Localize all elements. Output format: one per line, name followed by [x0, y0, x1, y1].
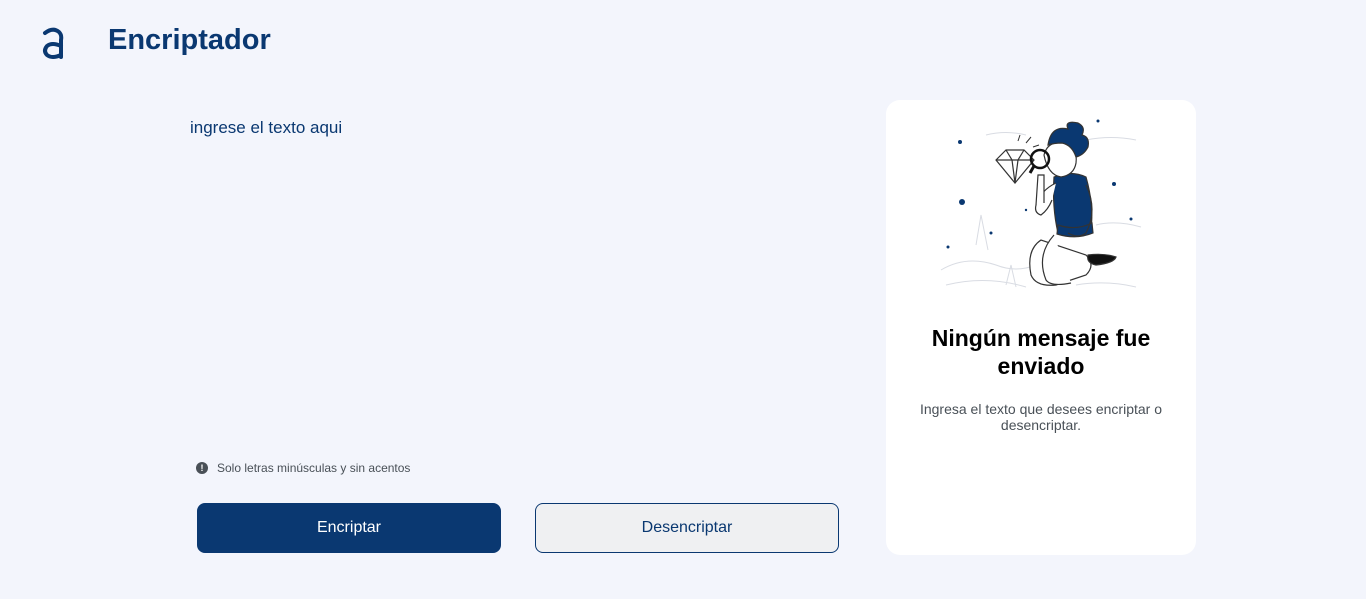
exclamation-circle-icon: !	[196, 462, 208, 474]
text-input[interactable]	[190, 118, 830, 438]
input-hint: ! Solo letras minúsculas y sin acentos	[196, 461, 410, 475]
empty-state-description: Ingresa el texto que desees encriptar o …	[919, 401, 1163, 433]
encrypt-button[interactable]: Encriptar	[197, 503, 501, 553]
hint-text: Solo letras minúsculas y sin acentos	[217, 461, 411, 475]
decrypt-button[interactable]: Desencriptar	[535, 503, 839, 553]
person-with-magnifying-glass-illustration	[940, 119, 1142, 288]
output-panel: Ningún mensaje fue enviado Ingresa el te…	[886, 100, 1196, 555]
alura-logo-icon	[43, 27, 64, 59]
app-title: Encriptador	[108, 24, 271, 56]
empty-state-title: Ningún mensaje fue enviado	[931, 325, 1151, 379]
